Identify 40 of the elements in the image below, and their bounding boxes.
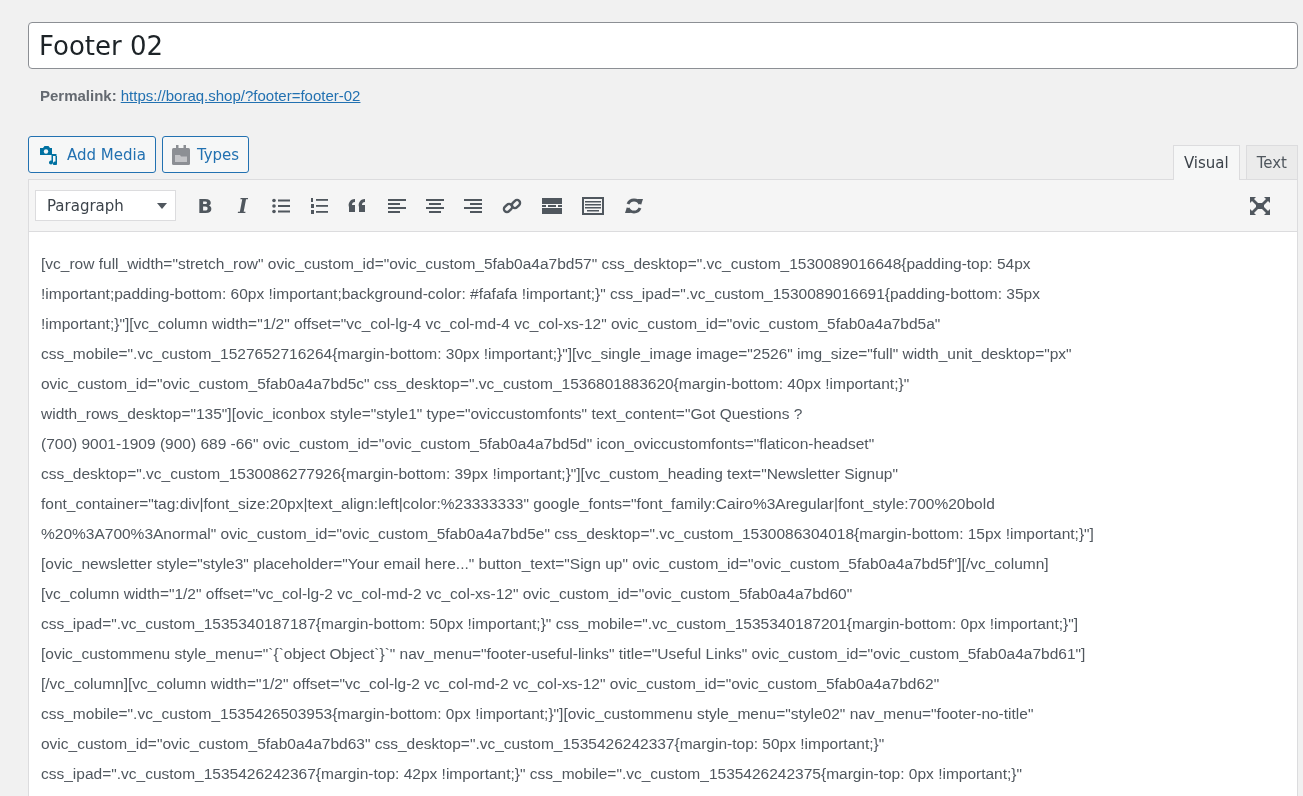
shortcode-line: [ovic_custommenu style_menu="`{`object Object`}`" nav_menu="footer-useful-links" title="Useful Links" ovic_custom_id="ovic_custom_5fab0a4a7bd61"] <box>41 644 1086 664</box>
shortcode-line: css_mobile=".vc_custom_1535426503953{margin-bottom: 0px !important;}"][ovic_custommenu style_menu="style02" nav_menu="footer-no-title" <box>41 704 1034 724</box>
permalink-link[interactable]: https://boraq.shop/?footer=footer-02 <box>120 87 361 113</box>
format-select[interactable]: Paragraph <box>35 190 176 221</box>
shortcode-line: [vc_row full_width="stretch_row" ovic_custom_id="ovic_custom_5fab0a4a7bd57" css_desktop=".vc_custom_1530089016648{padding-top: 54px <box>41 254 1031 274</box>
camera-music-icon <box>38 144 60 165</box>
shortcode-line: !important;}"][vc_column width="1/2" offset="vc_col-lg-4 vc_col-md-4 vc_col-xs-12" ovic_custom_id="ovic_custom_5fab0a4a7bd5a" <box>41 314 941 334</box>
editor-tab[interactable]: Text <box>1245 145 1298 179</box>
quote-icon[interactable] <box>348 197 368 214</box>
read-more-icon[interactable] <box>542 197 562 214</box>
caret-icon <box>157 202 167 209</box>
editor-tab[interactable]: Visual <box>1172 145 1240 180</box>
bold-button[interactable]: B <box>186 190 224 221</box>
keyboard-icon[interactable] <box>582 196 604 215</box>
media-button[interactable]: Types <box>161 136 250 173</box>
align-right-icon[interactable] <box>464 197 482 214</box>
shortcode-line: [ovic_newsletter style="style3" placeholder="Your email here..." button_text="Sign up" ovic_custom_id="ovic_custom_5fab0a4a7bd5f"][/vc_column] <box>41 554 1049 574</box>
shortcode-line: %20%3A700%3Anormal" ovic_custom_id="ovic_custom_5fab0a4a7bd5e" css_desktop=".vc_custom_1530086304018{margin-bottom: 15px !important;}"] <box>41 524 1094 544</box>
shortcode-line: css_mobile=".vc_custom_1527652716264{margin-bottom: 30px !important;}"][vc_single_image image="2526" img_size="full" width_unit_desktop="px" <box>41 344 1072 364</box>
shortcode-line: [vc_column width="1/2" offset="vc_col-lg-2 vc_col-md-2 vc_col-xs-12" ovic_custom_id="ovic_custom_5fab0a4a7bd60" <box>41 584 853 604</box>
shortcode-line: !important;padding-bottom: 60px !important;background-color: #fafafa !important;}" css_ipad=".vc_custom_1530089016691{padding-bottom: 35px <box>41 284 1040 304</box>
title-field[interactable]: Footer 02 <box>28 22 1298 69</box>
shortcode-line: font_container="tag:div|font_size:20px|text_align:left|color:%23333333" google_fonts="font_family:Cairo%3Aregular|font_style:700%20bold <box>41 494 995 514</box>
shortcode-line: [/vc_column][vc_column width="1/2" offset="vc_col-lg-2 vc_col-md-2 vc_col-xs-12" ovic_custom_id="ovic_custom_5fab0a4a7bd62" <box>41 674 940 694</box>
shortcode-line: (700) 9001-1909 (900) 689 -66" ovic_custom_id="ovic_custom_5fab0a4a7bd5d" icon_oviccustomfonts="flaticon-headset" <box>41 434 875 454</box>
shortcode-line: ovic_custom_id="ovic_custom_5fab0a4a7bd5c" css_desktop=".vc_custom_1536801883620{margin-bottom: 40px !important;}" <box>41 374 910 394</box>
italic-button[interactable]: I <box>224 190 262 221</box>
bullet-list-icon[interactable] <box>272 197 290 214</box>
shortcode-line: ovic_custom_id="ovic_custom_5fab0a4a7bd63" css_desktop=".vc_custom_1535426242337{margin-top: 50px !important;}" <box>41 734 885 754</box>
fullscreen-icon[interactable] <box>1250 196 1270 215</box>
align-left-icon[interactable] <box>388 197 406 214</box>
shortcode-line: css_ipad=".vc_custom_1535340187187{margin-bottom: 50px !important;}" css_mobile=".vc_custom_1535340187201{margin-bottom: 0px !important;}"] <box>41 614 1079 634</box>
shortcode-line: width_rows_desktop="135"][ovic_iconbox style="style1" type="oviccustomfonts" text_content="Got Questions ? <box>41 404 803 424</box>
folder-icon <box>171 144 190 165</box>
numbered-list-icon[interactable] <box>310 196 328 215</box>
shortcode-line: css_desktop=".vc_custom_1530086277926{margin-bottom: 39px !important;}"][vc_custom_heading text="Newsletter Signup" <box>41 464 898 484</box>
media-button[interactable]: Add Media <box>28 136 156 173</box>
permalink-label: Permalink: <box>40 87 117 106</box>
align-center-icon[interactable] <box>426 197 444 214</box>
shortcode-line: css_ipad=".vc_custom_1535426242367{margin-top: 42px !important;}" css_mobile=".vc_custom_1535426242375{margin-top: 0px !important;}" <box>41 764 1023 784</box>
